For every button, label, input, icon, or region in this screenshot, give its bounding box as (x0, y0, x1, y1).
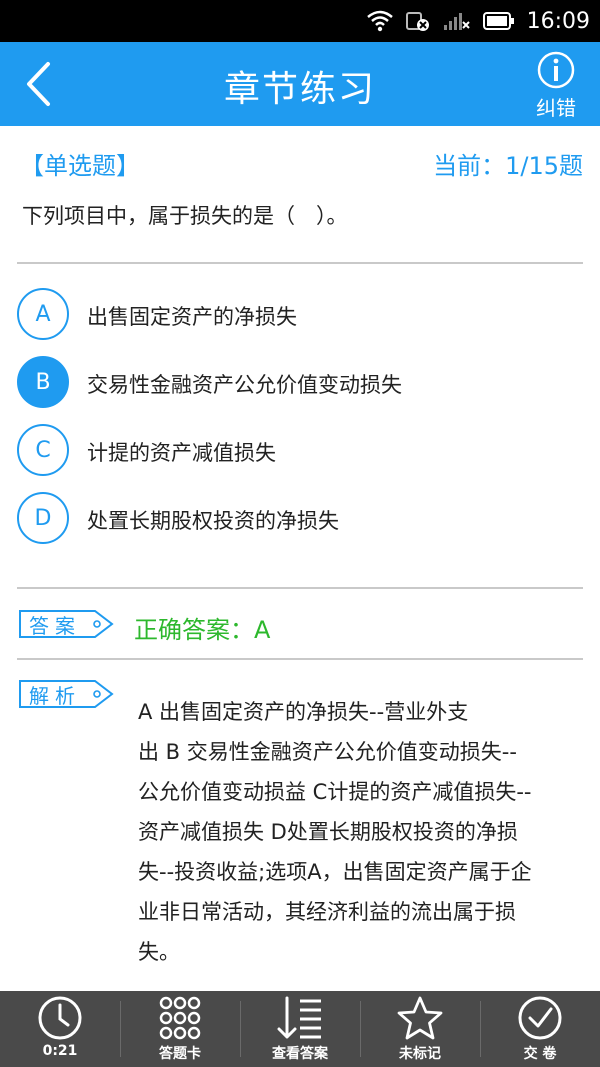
grid-dots-icon (159, 996, 201, 1040)
option-letter: D (17, 492, 69, 544)
option-text: 出售固定资产的净损失 (87, 305, 297, 329)
top-navigation-bar: 章节练习 纠错 (0, 42, 600, 126)
option-letter: A (17, 288, 69, 340)
report-error-label: 纠错 (536, 96, 576, 120)
correct-answer: 正确答案：A (134, 616, 271, 644)
mark-button[interactable]: 未标记 (360, 991, 480, 1067)
answer-tag: 答案 (17, 608, 115, 640)
analysis-line: 公允价值变动损益 C计提的资产减值损失-- (138, 780, 532, 804)
option-c[interactable]: C 计提的资产减值损失 (17, 424, 583, 480)
page-title: 章节练习 (223, 69, 376, 110)
wifi-icon (366, 10, 393, 32)
submit-label: 交 卷 (523, 1046, 557, 1062)
analysis-line: A 出售固定资产的净损失--营业外支 (138, 700, 469, 724)
divider (17, 587, 583, 589)
answer-card-button[interactable]: 答题卡 (120, 991, 240, 1067)
bottom-toolbar: 0:21 答题卡 查看答案 未标记 交 卷 (0, 991, 600, 1067)
option-text: 处置长期股权投资的净损失 (87, 509, 339, 533)
timer-label: 0:21 (42, 1043, 78, 1059)
answer-card-label: 答题卡 (159, 1046, 201, 1062)
analysis-line: 业非日常活动，其经济利益的流出属于损 (138, 900, 516, 924)
analysis-tag-label: 解析 (29, 684, 81, 708)
option-letter: B (17, 356, 69, 408)
question-header: 【单选题】 当前：1/15题 (20, 146, 583, 180)
analysis-line: 出 B 交易性金融资产公允价值变动损失-- (138, 740, 517, 764)
mark-label: 未标记 (399, 1046, 441, 1062)
option-b[interactable]: B 交易性金融资产公允价值变动损失 (17, 356, 583, 412)
signal-icon (443, 13, 470, 30)
info-icon (537, 51, 575, 89)
analysis-tag: 解析 (17, 678, 115, 710)
check-circle-icon (518, 996, 562, 1040)
report-error-button[interactable]: 纠错 (526, 50, 586, 122)
battery-icon (482, 12, 514, 30)
view-answer-label: 查看答案 (272, 1046, 328, 1062)
list-down-arrow-icon (277, 996, 321, 1039)
option-text: 计提的资产减值损失 (87, 441, 276, 465)
star-icon (397, 996, 443, 1040)
analysis-line: 失。 (138, 940, 180, 964)
option-text: 交易性金融资产公允价值变动损失 (87, 373, 402, 397)
divider (17, 262, 583, 264)
status-time: 16:09 (526, 8, 590, 34)
view-answer-button[interactable]: 查看答案 (240, 991, 360, 1067)
clock-icon (38, 996, 82, 1040)
submit-button[interactable]: 交 卷 (480, 991, 600, 1067)
status-bar: 16:09 (0, 0, 600, 42)
timer-button[interactable]: 0:21 (0, 991, 120, 1067)
sim-card-icon (405, 12, 429, 31)
analysis-line: 失--投资收益;选项A，出售固定资产属于企 (138, 860, 532, 884)
analysis-text: A 出售固定资产的净损失--营业外支 出 B 交易性金融资产公允价值变动损失--… (138, 692, 583, 972)
question-type: 【单选题】 (20, 152, 140, 180)
option-d[interactable]: D 处置长期股权投资的净损失 (17, 492, 583, 548)
option-a[interactable]: A 出售固定资产的净损失 (17, 288, 583, 344)
question-text: 下列项目中，属于损失的是（ ）。 (22, 204, 348, 228)
status-icons: 16:09 (366, 0, 590, 42)
divider (17, 658, 583, 660)
option-letter: C (17, 424, 69, 476)
analysis-line: 资产减值损失 D处置长期股权投资的净损 (138, 820, 518, 844)
answer-tag-label: 答案 (29, 614, 81, 638)
question-progress: 当前：1/15题 (433, 152, 583, 180)
